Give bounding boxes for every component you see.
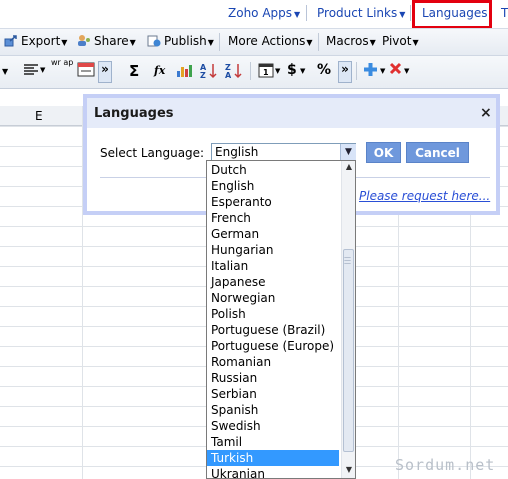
dropdown-option[interactable]: Polish bbox=[207, 306, 339, 322]
close-icon[interactable]: × bbox=[480, 105, 492, 121]
divider bbox=[410, 5, 411, 21]
insert-plus-icon[interactable] bbox=[363, 62, 378, 81]
dropdown-option[interactable]: Spanish bbox=[207, 402, 339, 418]
chevron-down-icon[interactable]: ▼ bbox=[40, 66, 45, 74]
dropdown-option[interactable]: Romanian bbox=[207, 354, 339, 370]
divider bbox=[219, 33, 220, 51]
chevron-down-icon[interactable]: ▼ bbox=[404, 67, 409, 75]
more-tools-button[interactable]: » bbox=[98, 61, 112, 83]
dropdown-option[interactable]: Dutch bbox=[207, 162, 339, 178]
more-tools-button[interactable]: » bbox=[338, 61, 352, 83]
dropdown-option[interactable]: Esperanto bbox=[207, 194, 339, 210]
language-dropdown-list[interactable]: Dutch English Esperanto French German Hu… bbox=[206, 160, 356, 479]
wrap-text-icon[interactable]: wr ap bbox=[51, 59, 73, 67]
chevron-down-icon: ▼ bbox=[399, 10, 406, 19]
chart-icon[interactable] bbox=[176, 63, 193, 82]
dropdown-option[interactable]: Ukranian bbox=[207, 466, 339, 478]
format-toolbar: ▼ ▼ wr ap » Σ fx AZ ZA 1 ▼ $ ▼ % » ▼ ▼ bbox=[0, 56, 508, 89]
dropdown-option[interactable]: Japanese bbox=[207, 274, 339, 290]
dialog-title-bar[interactable]: Languages × bbox=[87, 98, 496, 128]
chevron-down-icon: ▼ bbox=[61, 38, 68, 47]
dropdown-option[interactable]: French bbox=[207, 210, 339, 226]
pivot-menu[interactable]: Pivot▼ bbox=[382, 34, 419, 48]
grip-icon: — — — bbox=[344, 253, 351, 267]
publish-menu[interactable]: Publish▼ bbox=[147, 34, 214, 50]
align-icon[interactable] bbox=[23, 63, 39, 81]
dropdown-option[interactable]: Italian bbox=[207, 258, 339, 274]
sort-ascending-icon[interactable]: AZ bbox=[200, 62, 218, 83]
more-actions-menu[interactable]: More Actions▼ bbox=[228, 34, 313, 48]
svg-text:1: 1 bbox=[263, 68, 269, 77]
chevron-down-icon[interactable]: ▼ bbox=[380, 67, 385, 75]
dropdown-option[interactable]: Tamil bbox=[207, 434, 339, 450]
zoho-apps-link[interactable]: Zoho Apps ▼ bbox=[228, 6, 300, 20]
top-link-bar: Zoho Apps ▼ Product Links ▼ Languages T bbox=[0, 0, 508, 29]
chevron-down-icon: ▼ bbox=[129, 38, 136, 47]
dropdown-option[interactable]: Hungarian bbox=[207, 242, 339, 258]
scrollbar-thumb[interactable] bbox=[343, 249, 354, 452]
share-menu[interactable]: Share▼ bbox=[77, 34, 136, 50]
request-language-link[interactable]: Please request here... bbox=[359, 189, 490, 203]
currency-icon[interactable]: $ bbox=[287, 62, 297, 78]
dropdown-option[interactable]: Portuguese (Brazil) bbox=[207, 322, 339, 338]
delete-x-icon[interactable] bbox=[389, 62, 402, 79]
calendar-icon[interactable]: 1 bbox=[258, 62, 274, 82]
chevron-down-icon: ▼ bbox=[306, 38, 313, 47]
column-header-e[interactable]: E bbox=[35, 109, 43, 123]
highlight-frame bbox=[412, 0, 492, 29]
ok-button[interactable]: OK bbox=[366, 142, 401, 163]
export-menu[interactable]: Export▼ bbox=[4, 34, 67, 50]
function-icon[interactable]: fx bbox=[154, 64, 165, 77]
cancel-button[interactable]: Cancel bbox=[406, 142, 469, 163]
product-links-link[interactable]: Product Links ▼ bbox=[317, 6, 405, 20]
percent-icon[interactable]: % bbox=[317, 62, 331, 78]
chevron-down-icon: ▼ bbox=[412, 38, 419, 47]
scroll-up-icon[interactable]: ▲ bbox=[342, 162, 355, 174]
svg-text:Z: Z bbox=[200, 71, 206, 79]
chevron-down-icon: ▼ bbox=[207, 38, 214, 47]
dropdown-option[interactable]: Norwegian bbox=[207, 290, 339, 306]
select-language-label: Select Language: bbox=[100, 146, 205, 160]
divider bbox=[250, 62, 251, 80]
divider bbox=[306, 5, 307, 21]
cut-off-link[interactable]: T bbox=[501, 6, 508, 20]
scroll-down-icon[interactable]: ▼ bbox=[342, 465, 355, 477]
sum-icon[interactable]: Σ bbox=[129, 62, 139, 80]
dropdown-option[interactable]: Swedish bbox=[207, 418, 339, 434]
chevron-down-icon[interactable]: ▼ bbox=[340, 144, 356, 160]
macros-menu[interactable]: Macros▼ bbox=[326, 34, 376, 48]
watermark: Sordum.net bbox=[395, 456, 496, 474]
chevron-down-icon[interactable]: ▼ bbox=[300, 67, 305, 75]
dropdown-option-selected[interactable]: Turkish bbox=[207, 450, 339, 466]
share-icon bbox=[77, 34, 91, 50]
dropdown-option[interactable]: Serbian bbox=[207, 386, 339, 402]
divider bbox=[318, 33, 319, 51]
merge-cells-icon[interactable] bbox=[77, 62, 95, 81]
language-select-value: English bbox=[215, 145, 259, 159]
dialog-title: Languages bbox=[94, 106, 174, 121]
main-toolbar: Export▼ Share▼ Publish▼ More Actions▼ Ma… bbox=[0, 28, 508, 56]
dropdown-option[interactable]: German bbox=[207, 226, 339, 242]
export-icon bbox=[4, 35, 18, 50]
divider bbox=[356, 62, 357, 80]
chevron-down-icon: ▼ bbox=[369, 38, 376, 47]
dropdown-option[interactable]: Russian bbox=[207, 370, 339, 386]
language-select[interactable]: English ▼ bbox=[211, 143, 356, 161]
sort-descending-icon[interactable]: ZA bbox=[225, 62, 243, 83]
dropdown-option[interactable]: Portuguese (Europe) bbox=[207, 338, 339, 354]
dropdown-scrollbar[interactable]: ▲ — — — ▼ bbox=[341, 161, 355, 478]
chevron-down-icon[interactable]: ▼ bbox=[2, 67, 8, 76]
chevron-down-icon[interactable]: ▼ bbox=[275, 67, 280, 75]
publish-icon bbox=[147, 34, 161, 50]
chevron-down-icon: ▼ bbox=[294, 10, 301, 19]
dropdown-option[interactable]: English bbox=[207, 178, 339, 194]
svg-text:A: A bbox=[225, 71, 232, 79]
